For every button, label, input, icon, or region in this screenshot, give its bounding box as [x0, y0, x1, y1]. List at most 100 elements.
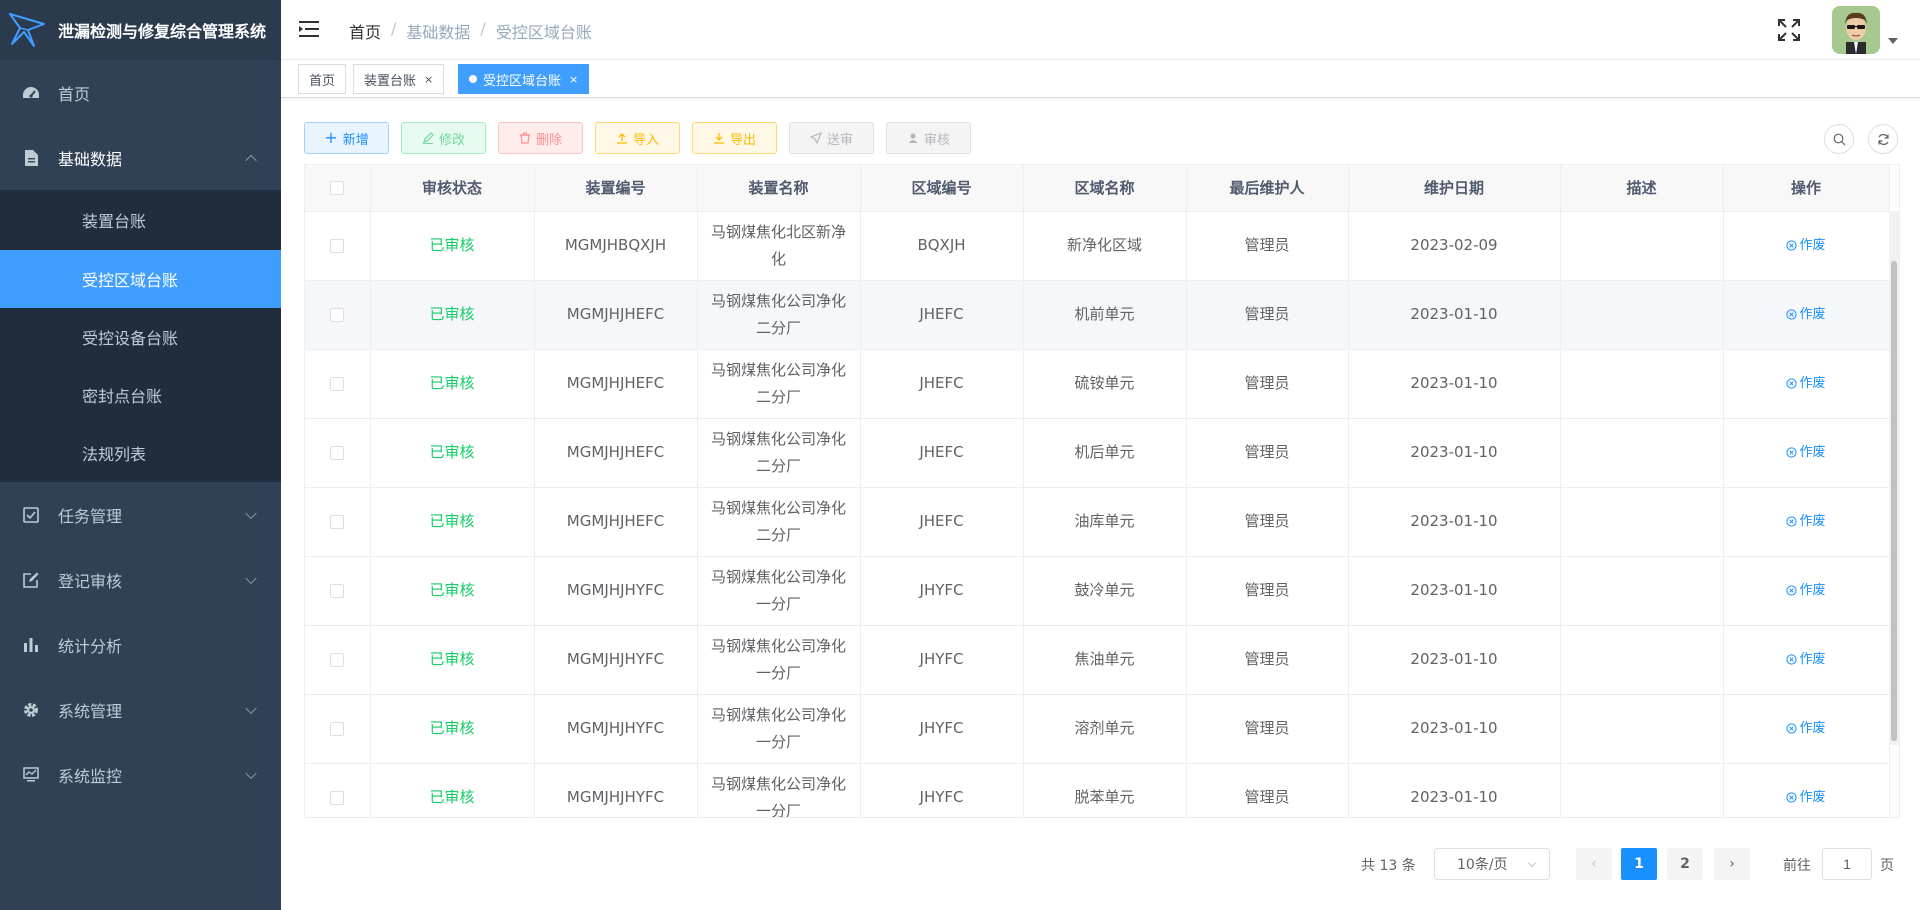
area-name-cell: 硫铵单元: [1023, 349, 1187, 419]
circle-close-icon: [1786, 791, 1798, 803]
page-button-2[interactable]: 2: [1667, 848, 1703, 880]
column-header: 描述: [1560, 165, 1724, 212]
void-link[interactable]: 作废: [1786, 577, 1826, 604]
edit-button[interactable]: 修改: [401, 122, 486, 154]
page-size-value: 10条/页: [1457, 857, 1508, 873]
caret-down-icon[interactable]: [1888, 38, 1898, 44]
navbar: 首页 / 基础数据 / 受控区域台账: [281, 0, 1920, 60]
add-button-label: 新增: [342, 132, 369, 148]
maintainer-cell: 管理员: [1186, 280, 1349, 350]
sidebar-item-controlled-area-ledger[interactable]: 受控区域台账: [0, 250, 281, 308]
chevron-down-icon: [245, 507, 257, 519]
device-code-cell: MGMJHJHEFC: [534, 487, 698, 557]
scrollbar-thumb[interactable]: [1891, 261, 1897, 741]
row-checkbox[interactable]: [330, 445, 345, 460]
menu-item-label: 登记审核: [58, 571, 123, 591]
next-page-button[interactable]: ›: [1714, 848, 1750, 880]
void-link[interactable]: 作废: [1786, 784, 1826, 811]
select-all-checkbox[interactable]: [330, 181, 345, 196]
page-size-select[interactable]: 10条/页: [1434, 848, 1550, 880]
table-row[interactable]: 已审核 MGMJHJHYFC 马钢煤焦化公司净化一分厂 JHYFC 溶剂单元 管理员 202…: [305, 694, 1890, 764]
add-button[interactable]: + 新增: [304, 122, 389, 154]
row-checkbox[interactable]: [330, 514, 345, 529]
breadcrumb-home[interactable]: 首页: [349, 19, 381, 43]
maintainer-cell: 管理员: [1186, 349, 1349, 419]
menu-item-task-management[interactable]: 任务管理: [0, 482, 281, 547]
table-row[interactable]: 已审核 MGMJHJHEFC 马钢煤焦化公司净化二分厂 JHEFC 油库单元 管理员 202…: [305, 487, 1890, 557]
send-for-review-button[interactable]: 送审: [789, 122, 874, 154]
description-cell: [1560, 349, 1724, 419]
goto-page-input[interactable]: [1822, 848, 1872, 880]
row-checkbox[interactable]: [330, 376, 345, 391]
column-header: 最后维护人: [1186, 165, 1349, 212]
void-link[interactable]: 作废: [1786, 508, 1826, 535]
menu-item-system-management[interactable]: 系统管理: [0, 677, 281, 742]
pencil-icon: [422, 132, 434, 144]
table-row[interactable]: 已审核 MGMJHJHEFC 马钢煤焦化公司净化二分厂 JHEFC 硫铵单元 管理员 202…: [305, 349, 1890, 419]
tag-device-ledger[interactable]: 装置台账 ×: [353, 64, 445, 94]
menu-item-statistics[interactable]: 统计分析: [0, 612, 281, 677]
breadcrumb-separator: /: [480, 19, 486, 38]
row-checkbox[interactable]: [330, 583, 345, 598]
void-link[interactable]: 作废: [1786, 439, 1826, 466]
close-icon[interactable]: ×: [569, 73, 578, 86]
export-button[interactable]: 导出: [692, 122, 777, 154]
date-cell: 2023-01-10: [1348, 625, 1561, 695]
action-cell: 作废: [1723, 487, 1890, 557]
audit-button[interactable]: 审核: [886, 122, 971, 154]
void-link[interactable]: 作废: [1786, 301, 1826, 328]
table-row[interactable]: 已审核 MGMJHJHYFC 马钢煤焦化公司净化一分厂 JHYFC 焦油单元 管理员 202…: [305, 625, 1890, 695]
download-icon: [713, 133, 724, 144]
table-scrollbar[interactable]: [1889, 211, 1899, 745]
sidebar-item-device-ledger[interactable]: 装置台账: [0, 190, 281, 250]
page-number: 1: [1634, 856, 1644, 872]
row-checkbox[interactable]: [330, 307, 345, 322]
table-row[interactable]: 已审核 MGMJHBQXJH 马钢煤焦化北区新净化 BQXJH 新净化区域 管理员 2023…: [305, 211, 1890, 281]
delete-button[interactable]: 删除: [498, 122, 583, 154]
date-cell: 2023-01-10: [1348, 763, 1561, 817]
upload-icon: [616, 133, 627, 144]
row-select-cell: [305, 418, 371, 488]
row-checkbox[interactable]: [330, 721, 345, 736]
menu-item-basic-data[interactable]: 基础数据: [0, 125, 281, 190]
prev-page-button[interactable]: ‹: [1576, 848, 1612, 880]
table-row[interactable]: 已审核 MGMJHJHEFC 马钢煤焦化公司净化二分厂 JHEFC 机后单元 管理员 202…: [305, 418, 1890, 488]
row-checkbox[interactable]: [330, 238, 345, 253]
sidebar-item-seal-point-ledger[interactable]: 密封点台账: [0, 366, 281, 424]
row-checkbox[interactable]: [330, 652, 345, 667]
hamburger-icon[interactable]: [299, 20, 319, 38]
status-cell: 已审核: [370, 280, 535, 350]
table-row[interactable]: 已审核 MGMJHJHYFC 马钢煤焦化公司净化一分厂 JHYFC 鼓冷单元 管理员 202…: [305, 556, 1890, 626]
area-code-cell: JHEFC: [860, 487, 1024, 557]
sidebar-item-controlled-equipment-ledger[interactable]: 受控设备台账: [0, 308, 281, 366]
void-link[interactable]: 作废: [1786, 646, 1826, 673]
sidebar-item-regulations-list[interactable]: 法规列表: [0, 424, 281, 482]
breadcrumb-separator: /: [391, 19, 397, 38]
refresh-button[interactable]: [1868, 124, 1898, 154]
column-header: 操作: [1723, 165, 1890, 212]
search-toggle-button[interactable]: [1824, 124, 1854, 154]
document-icon: [22, 149, 40, 167]
void-label: 作废: [1799, 720, 1826, 736]
tag-controlled-area-ledger[interactable]: 受控区域台账 ×: [458, 64, 590, 94]
table-row[interactable]: 已审核 MGMJHJHEFC 马钢煤焦化公司净化二分厂 JHEFC 机前单元 管理员 202…: [305, 280, 1890, 350]
avatar[interactable]: [1832, 6, 1880, 54]
maintainer-cell: 管理员: [1186, 418, 1349, 488]
void-link[interactable]: 作废: [1786, 715, 1826, 742]
fullscreen-icon[interactable]: [1778, 19, 1800, 41]
page-button-1[interactable]: 1: [1621, 848, 1657, 880]
area-code-cell: JHEFC: [860, 349, 1024, 419]
void-label: 作废: [1799, 513, 1826, 529]
menu-item-system-monitor[interactable]: 系统监控: [0, 742, 281, 807]
row-checkbox[interactable]: [330, 790, 345, 805]
table-row[interactable]: 已审核 MGMJHJHYFC 马钢煤焦化公司净化一分厂 JHYFC 脱苯单元 管理员 202…: [305, 763, 1890, 817]
maintainer-cell: 管理员: [1186, 763, 1349, 817]
menu-item-registration-audit[interactable]: 登记审核: [0, 547, 281, 612]
close-icon[interactable]: ×: [424, 73, 433, 86]
menu-item-home[interactable]: 首页: [0, 60, 281, 125]
area-name-cell: 油库单元: [1023, 487, 1187, 557]
void-link[interactable]: 作废: [1786, 232, 1826, 259]
void-link[interactable]: 作废: [1786, 370, 1826, 397]
import-button[interactable]: 导入: [595, 122, 680, 154]
tag-home[interactable]: 首页: [298, 64, 347, 94]
